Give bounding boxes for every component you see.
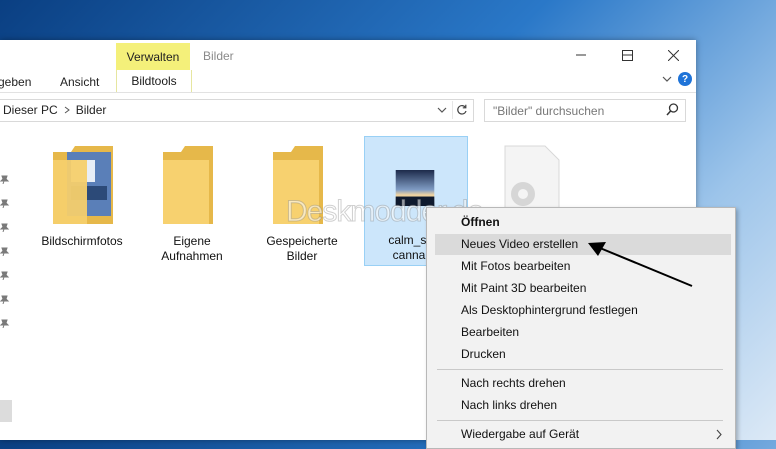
contextual-tab-header[interactable]: Verwalten <box>116 43 190 70</box>
menu-separator <box>437 369 723 370</box>
address-row: Dieser PC Bilder <box>0 93 696 123</box>
menu-item-links-drehen[interactable]: Nach links drehen <box>435 395 731 416</box>
chevron-down-icon[interactable] <box>662 75 672 83</box>
tab-bildtools-label: Bildtools <box>131 74 177 88</box>
pin-icon[interactable] <box>0 270 10 280</box>
search-input[interactable] <box>491 102 655 119</box>
file-item-bildschirmfotos[interactable]: Bildschirmfotos <box>30 132 134 266</box>
chevron-right-icon <box>716 429 722 440</box>
menu-item-wiedergabe[interactable]: Wiedergabe auf Gerät <box>435 424 731 445</box>
menu-separator <box>437 420 723 421</box>
menu-item-drucken[interactable]: Drucken <box>435 344 731 365</box>
refresh-icon <box>457 104 467 115</box>
breadcrumb: Dieser PC Bilder <box>3 103 106 117</box>
search-icon[interactable] <box>666 103 679 116</box>
menu-item-bearbeiten[interactable]: Bearbeiten <box>435 322 731 343</box>
pin-icon[interactable] <box>0 198 10 208</box>
file-label: Eigene Aufnahmen <box>161 234 223 263</box>
minimize-btn[interactable] <box>558 40 604 70</box>
maximize-button[interactable] <box>604 40 650 70</box>
window-title: Bilder <box>203 49 234 63</box>
ribbon-tabs: geben Ansicht Bildtools ? <box>0 70 696 93</box>
context-menu: Öffnen Neues Video erstellen Mit Fotos b… <box>426 207 736 449</box>
file-item-eigene-aufnahmen[interactable]: Eigene Aufnahmen <box>140 132 244 266</box>
pin-icon[interactable] <box>0 246 10 256</box>
file-label: Bildschirmfotos <box>41 234 123 248</box>
menu-item-rechts-drehen[interactable]: Nach rechts drehen <box>435 373 731 394</box>
tab-freigeben[interactable]: geben <box>0 75 31 89</box>
tab-ansicht[interactable]: Ansicht <box>60 75 99 89</box>
nav-selected-item[interactable] <box>0 400 12 422</box>
address-bar[interactable]: Dieser PC Bilder <box>0 99 474 122</box>
file-label: Gespeicherte Bilder <box>266 234 338 263</box>
folder-icon <box>163 146 213 224</box>
menu-item-wiedergabe-label: Wiedergabe auf Gerät <box>461 427 580 441</box>
search-box <box>484 99 686 122</box>
crumb-dieser-pc[interactable]: Dieser PC <box>3 103 58 117</box>
pin-icon[interactable] <box>0 294 10 304</box>
menu-item-paint3d[interactable]: Mit Paint 3D bearbeiten <box>435 278 731 299</box>
crumb-bilder[interactable]: Bilder <box>76 103 107 117</box>
menu-item-desktophintergrund[interactable]: Als Desktophintergrund festlegen <box>435 300 731 321</box>
help-icon[interactable]: ? <box>678 72 692 86</box>
ribbon-right-controls: ? <box>662 72 692 86</box>
menu-item-neues-video[interactable]: Neues Video erstellen <box>435 234 731 255</box>
address-dropdown-icon[interactable] <box>437 102 447 118</box>
chevron-right-icon[interactable] <box>64 106 70 114</box>
menu-item-mit-fotos[interactable]: Mit Fotos bearbeiten <box>435 256 731 277</box>
refresh-button[interactable] <box>452 101 471 119</box>
navigation-pane <box>0 132 14 440</box>
minimize-icon <box>576 54 586 56</box>
pin-icon[interactable] <box>0 222 10 232</box>
pin-icon[interactable] <box>0 174 10 184</box>
menu-item-oeffnen[interactable]: Öffnen <box>435 212 731 233</box>
close-icon <box>667 49 679 61</box>
close-button[interactable] <box>650 40 696 70</box>
pin-icon[interactable] <box>0 318 10 328</box>
folder-with-screenshot-icon <box>53 146 113 224</box>
maximize-icon <box>621 49 633 61</box>
tab-bildtools[interactable]: Bildtools <box>116 70 192 92</box>
